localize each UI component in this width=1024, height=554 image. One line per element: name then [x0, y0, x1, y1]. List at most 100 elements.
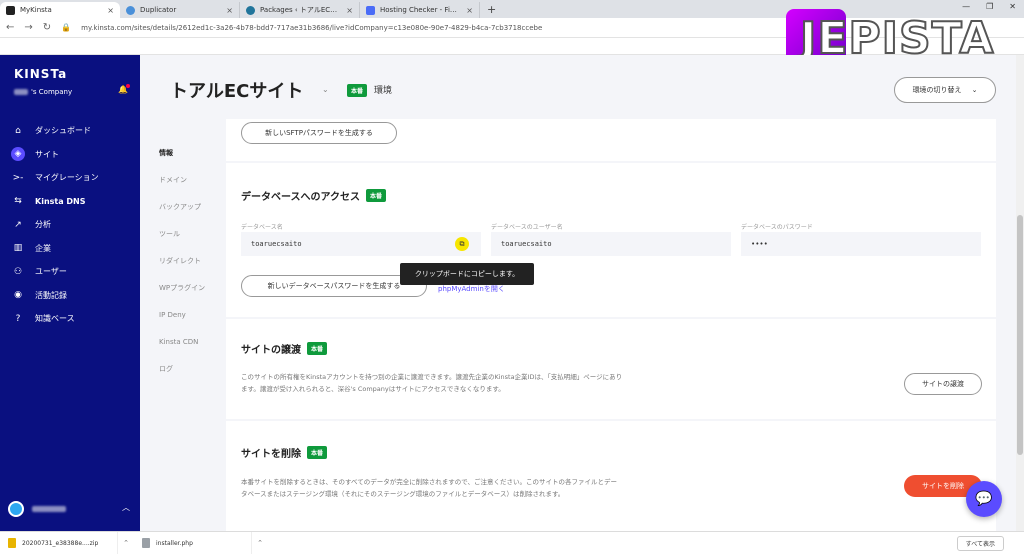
- db-password-field[interactable]: ••••: [741, 232, 981, 256]
- company-selector[interactable]: 's Company: [14, 88, 72, 96]
- layers-icon: ◈: [11, 147, 25, 162]
- browser-tab[interactable]: MyKinsta ×: [0, 2, 120, 18]
- button-label: 環境の切り替え: [912, 86, 962, 94]
- generate-sftp-password-button[interactable]: 新しいSFTPパスワードを生成する: [241, 122, 397, 144]
- back-icon[interactable]: ←: [6, 22, 14, 33]
- migration-icon: >-: [12, 172, 24, 183]
- lock-icon[interactable]: 🔒: [61, 23, 71, 32]
- delete-site-card: サイトを削除 本番 本番サイトを削除するときは、そのすべてのデータが完全に削除さ…: [226, 421, 996, 531]
- download-filename: installer.php: [156, 539, 193, 547]
- page-header: トアルECサイト ⌄ 本番 環境 環境の切り替え ⌄: [140, 55, 1024, 119]
- db-name-field[interactable]: toaruecsaito: [241, 232, 481, 256]
- download-filename: 20200731_e38388e....zip: [22, 539, 99, 547]
- close-tab-icon[interactable]: ×: [226, 6, 233, 15]
- status-badge: 本番: [347, 84, 368, 97]
- new-tab-button[interactable]: +: [480, 2, 503, 18]
- copy-icon[interactable]: ⧉: [455, 237, 469, 251]
- description-line: 本番サイトを削除するときは、そのすべてのデータが完全に削除されますので、ご注意く…: [241, 478, 618, 486]
- tab-title: Duplicator: [140, 6, 177, 14]
- scrollbar[interactable]: [1016, 55, 1024, 531]
- phpmyadmin-link[interactable]: phpMyAdminを開く: [438, 284, 505, 294]
- avatar: [8, 501, 24, 517]
- subnav-item-info[interactable]: 情報: [140, 139, 226, 166]
- description-line: このサイトの所有権をKinstaアカウントを持つ別の企業に譲渡できます。譲渡先企…: [241, 373, 623, 381]
- sidebar-item-label: ダッシュボード: [35, 126, 91, 136]
- kinsta-favicon-icon: [6, 5, 15, 15]
- status-badge: 本番: [307, 342, 328, 355]
- transfer-site-button[interactable]: サイトの譲渡: [904, 373, 982, 395]
- close-tab-icon[interactable]: ×: [107, 6, 114, 15]
- sidebar-item-users[interactable]: ⚇ ユーザー: [0, 260, 140, 284]
- subnav-item-kinsta-cdn[interactable]: Kinsta CDN: [140, 328, 226, 355]
- sidebar-item-label: 知識ベース: [35, 314, 75, 324]
- tab-title: MyKinsta: [20, 6, 52, 14]
- browser-tab[interactable]: Duplicator ×: [120, 2, 240, 18]
- site-subnav: 情報 ドメイン バックアップ ツール リダイレクト WPプラグイン IP Den…: [140, 139, 226, 382]
- close-tab-icon[interactable]: ×: [466, 6, 473, 15]
- chevron-up-icon[interactable]: ︿: [122, 502, 130, 513]
- sidebar-item-label: マイグレーション: [35, 173, 99, 183]
- browser-tab[interactable]: Hosting Checker - Find out who ... ×: [360, 2, 480, 18]
- chevron-down-icon: ⌄: [971, 86, 978, 94]
- kinsta-logo[interactable]: KINSTa: [14, 67, 67, 81]
- building-icon: ▥: [13, 243, 23, 254]
- section-title-text: サイトを削除: [241, 449, 301, 460]
- chevron-up-icon[interactable]: ⌃: [252, 539, 268, 547]
- download-item[interactable]: installer.php: [134, 531, 252, 554]
- company-name-redacted: [14, 89, 28, 95]
- sidebar-item-knowledge-base[interactable]: ? 知識ベース: [0, 307, 140, 331]
- subnav-item-ip-deny[interactable]: IP Deny: [140, 301, 226, 328]
- zip-file-icon: [8, 538, 16, 548]
- sidebar-item-label: サイト: [35, 149, 59, 159]
- reload-icon[interactable]: ↻: [43, 22, 51, 33]
- sidebar-item-label: 活動記録: [35, 290, 67, 300]
- tab-title: Hosting Checker - Find out who ...: [380, 6, 461, 14]
- delete-description: 本番サイトを削除するときは、そのすべてのデータが完全に削除されますので、ご注意く…: [241, 476, 731, 500]
- chat-bubble-icon[interactable]: 💬: [966, 481, 1002, 517]
- sidebar-item-analytics[interactable]: ↗ 分析: [0, 213, 140, 237]
- subnav-item-domains[interactable]: ドメイン: [140, 166, 226, 193]
- show-all-downloads-button[interactable]: すべて表示: [956, 536, 1004, 551]
- scrollbar-thumb[interactable]: [1017, 215, 1023, 455]
- analytics-icon: ↗: [14, 219, 22, 230]
- sidebar-item-label: 企業: [35, 243, 51, 253]
- sidebar-item-dns[interactable]: ⇆ Kinsta DNS: [0, 190, 140, 214]
- subnav-item-wp-plugins[interactable]: WPプラグイン: [140, 274, 226, 301]
- section-title: サイトの譲渡 本番: [241, 341, 328, 356]
- download-item[interactable]: 20200731_e38388e....zip: [0, 531, 118, 554]
- eye-icon: ◉: [14, 290, 22, 301]
- notification-dot: [126, 84, 130, 88]
- description-line: ます。譲渡が受け入れられると、深谷's Companyはサイトにアクセスできなく…: [241, 385, 505, 393]
- notification-bell-icon[interactable]: 🔔: [118, 84, 130, 94]
- browser-tab[interactable]: Packages ‹ トアルECサイト — Wor... ×: [240, 2, 360, 18]
- db-user-field[interactable]: toaruecsaito: [491, 232, 731, 256]
- home-icon: ⌂: [15, 125, 21, 136]
- company-name: 's Company: [31, 88, 73, 96]
- close-tab-icon[interactable]: ×: [346, 6, 353, 15]
- url-field[interactable]: my.kinsta.com/sites/details/2612ed1c-3a2…: [81, 24, 542, 32]
- sidebar-item-company[interactable]: ▥ 企業: [0, 237, 140, 261]
- sidebar-item-activity-log[interactable]: ◉ 活動記録: [0, 284, 140, 308]
- db-name-label: データベース名: [241, 224, 283, 231]
- file-icon: [142, 538, 150, 548]
- sidebar-item-dashboard[interactable]: ⌂ ダッシュボード: [0, 119, 140, 143]
- subnav-item-logs[interactable]: ログ: [140, 355, 226, 382]
- subnav-item-tools[interactable]: ツール: [140, 220, 226, 247]
- download-bar: 20200731_e38388e....zip ⌃ installer.php …: [0, 531, 1024, 554]
- forward-icon[interactable]: →: [24, 22, 32, 33]
- sidebar-item-label: ユーザー: [35, 267, 67, 277]
- user-menu[interactable]: [8, 501, 66, 517]
- sidebar-item-migration[interactable]: >- マイグレーション: [0, 166, 140, 190]
- main-content: トアルECサイト ⌄ 本番 環境 環境の切り替え ⌄ 情報 ドメイン バックアッ…: [140, 55, 1024, 531]
- user-add-icon: ⚇: [13, 266, 23, 277]
- db-password-label: データベースのパスワード: [741, 224, 813, 231]
- sidebar-item-sites[interactable]: ◈ サイト: [0, 143, 140, 167]
- duplicator-favicon-icon: [126, 5, 135, 15]
- copy-tooltip: クリップボードにコピーします。: [400, 263, 534, 285]
- chevron-down-icon[interactable]: ⌄: [322, 85, 329, 94]
- chevron-up-icon[interactable]: ⌃: [118, 539, 134, 547]
- dns-icon: ⇆: [14, 196, 22, 207]
- subnav-item-redirects[interactable]: リダイレクト: [140, 247, 226, 274]
- subnav-item-backups[interactable]: バックアップ: [140, 193, 226, 220]
- switch-environment-button[interactable]: 環境の切り替え ⌄: [894, 77, 996, 103]
